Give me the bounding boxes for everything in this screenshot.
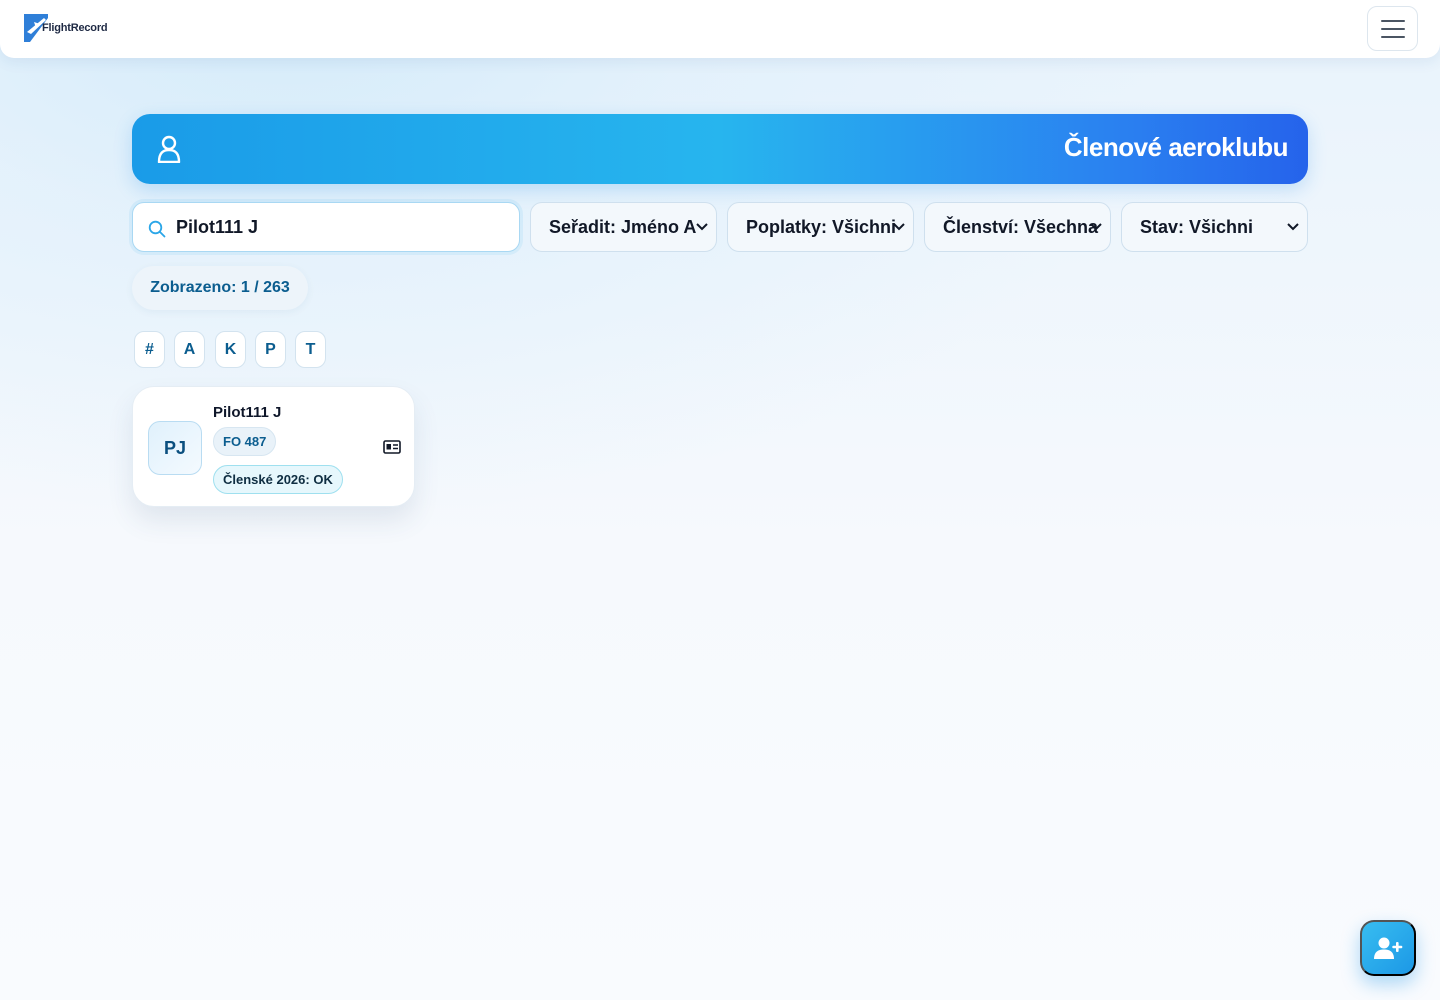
avatar: PJ [148, 421, 202, 475]
chevron-down-icon [1287, 223, 1299, 231]
membership-select[interactable]: Členství: Všechna [924, 202, 1111, 252]
chevron-down-icon [696, 223, 708, 231]
status-select[interactable]: Stav: Všichni [1121, 202, 1308, 252]
hamburger-menu-icon[interactable] [1367, 6, 1418, 51]
member-name: Pilot111 J [213, 404, 282, 421]
user-icon [157, 135, 181, 163]
fee-status-badge: Členské 2026: OK [213, 465, 343, 494]
sort-select-label: Seřadit: Jméno A [549, 216, 697, 237]
status-select-label: Stav: Všichni [1140, 216, 1254, 237]
logo-text: FlightRecord [42, 22, 108, 34]
letter-filter-a[interactable]: A [174, 331, 205, 368]
member-card[interactable]: PJ Pilot111 J FO 487 Členské 2026: OK [132, 386, 415, 507]
membership-select-label: Členství: Všechna [943, 216, 1099, 237]
letter-filter-p[interactable]: P [255, 331, 286, 368]
add-user-icon [1374, 937, 1403, 959]
sort-select[interactable]: Seřadit: Jméno A [530, 202, 717, 252]
letter-filter-hash[interactable]: # [134, 331, 165, 368]
add-member-button[interactable] [1360, 920, 1416, 976]
page-title: Členové aeroklubu [1063, 132, 1289, 162]
search-icon [148, 220, 166, 238]
page-header-banner: Členové aeroklubu [132, 114, 1308, 184]
top-navbar: FlightRecord [0, 0, 1440, 58]
letter-filter-k[interactable]: K [215, 331, 246, 368]
fees-select[interactable]: Poplatky: Všichni [727, 202, 914, 252]
chevron-down-icon [1090, 223, 1102, 231]
app-logo[interactable]: FlightRecord [22, 12, 112, 46]
search-input[interactable] [176, 203, 506, 251]
id-card-icon[interactable] [383, 440, 401, 454]
member-id-badge: FO 487 [213, 427, 277, 456]
fees-select-label: Poplatky: Všichni [746, 216, 897, 237]
chevron-down-icon [893, 223, 905, 231]
search-field[interactable] [132, 202, 520, 252]
letter-filter-t[interactable]: T [295, 331, 326, 368]
result-count-badge: Zobrazeno: 1 / 263 [132, 266, 308, 310]
